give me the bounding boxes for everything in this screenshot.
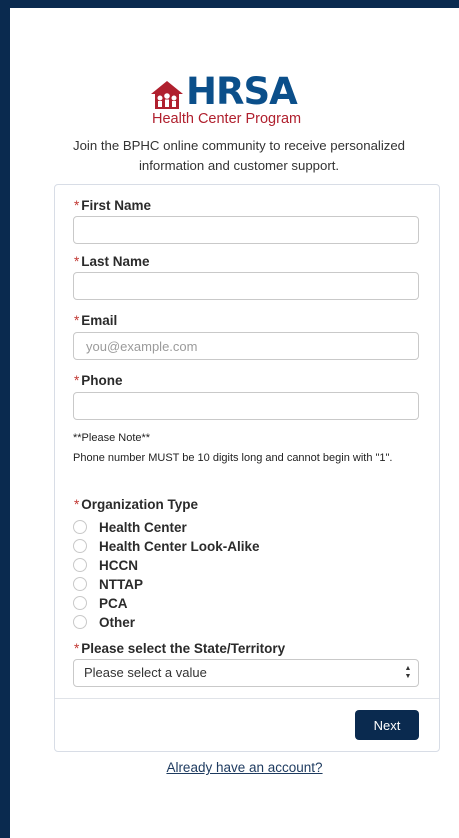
radio-label: NTTAP — [99, 576, 143, 592]
already-have-account-link[interactable]: Already have an account? — [10, 760, 459, 775]
state-label: * Please select the State/Territory — [74, 641, 286, 656]
phone-note-title: **Please Note** — [73, 432, 151, 444]
email-field[interactable] — [73, 332, 419, 360]
registration-form: *First Name *Last Name *Email *Phone **P… — [54, 184, 440, 752]
required-indicator: * — [74, 254, 80, 269]
radio-button[interactable] — [73, 615, 87, 629]
org-type-option[interactable]: NTTAP — [73, 575, 143, 593]
radio-button[interactable] — [73, 577, 87, 591]
phone-label: * Phone — [74, 373, 123, 388]
divider — [55, 698, 439, 699]
radio-button[interactable] — [73, 539, 87, 553]
radio-label: HCCN — [99, 557, 138, 573]
organization-type-label: * Organization Type — [74, 497, 199, 512]
state-select-value: Please select a value — [84, 665, 207, 680]
org-type-option[interactable]: PCA — [73, 594, 128, 612]
radio-button[interactable] — [73, 596, 87, 610]
next-button[interactable]: Next — [355, 710, 419, 740]
phone-field[interactable] — [73, 392, 419, 420]
logo-title: HRSA — [186, 70, 298, 113]
org-type-option[interactable]: HCCN — [73, 556, 138, 574]
org-type-option[interactable]: Other — [73, 613, 135, 631]
required-indicator: * — [74, 641, 80, 656]
radio-label: Health Center Look-Alike — [99, 538, 260, 554]
page-container: HRSA Health Center Program Join the BPHC… — [10, 8, 459, 838]
radio-label: PCA — [99, 595, 128, 611]
first-name-field[interactable] — [73, 216, 419, 244]
radio-button[interactable] — [73, 558, 87, 572]
house-family-icon — [151, 81, 183, 109]
phone-note: **Please Note** Phone number MUST be 10 … — [73, 428, 423, 468]
intro-text: Join the BPHC online community to receiv… — [72, 138, 406, 173]
radio-label: Other — [99, 614, 136, 630]
last-name-field[interactable] — [73, 272, 419, 300]
last-name-label: * Last Name — [74, 254, 150, 269]
phone-note-body: Phone number MUST be 10 digits long and … — [73, 452, 393, 464]
required-indicator: * — [74, 373, 80, 388]
hrsa-logo: HRSA Health Center Program — [150, 72, 345, 128]
radio-label: Health Center — [99, 519, 187, 535]
logo-subtitle: Health Center Program — [152, 111, 302, 127]
org-type-option[interactable]: Health Center — [73, 518, 187, 536]
up-down-chevron-icon: ▲ ▼ — [404, 665, 412, 680]
required-indicator: * — [74, 313, 80, 328]
first-name-label: * First Name — [74, 198, 152, 213]
required-indicator: * — [74, 198, 80, 213]
email-label: * Email — [74, 313, 118, 328]
radio-button[interactable] — [73, 520, 87, 534]
state-select[interactable]: Please select a value ▲ ▼ — [73, 659, 419, 687]
required-indicator: * — [74, 497, 80, 512]
org-type-option[interactable]: Health Center Look-Alike — [73, 537, 260, 555]
